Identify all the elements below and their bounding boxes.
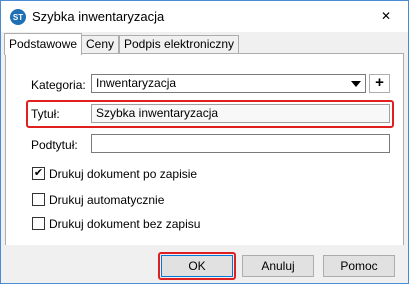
tab-podstawowe[interactable]: Podstawowe	[4, 33, 83, 55]
add-category-button[interactable]: +	[369, 74, 390, 93]
drukuj-automatycznie-checkbox[interactable]	[32, 193, 45, 206]
ok-button[interactable]: OK	[161, 255, 233, 277]
tab-podpis-elektroniczny[interactable]: Podpis elektroniczny	[119, 35, 240, 53]
tytul-label: Tytuł:	[31, 107, 60, 121]
tytul-value: Szybka inwentaryzacja	[96, 106, 219, 120]
button-bar: OK Anuluj Pomoc	[1, 245, 408, 283]
podtytul-input[interactable]	[91, 134, 390, 153]
window-title: Szybka inwentaryzacja	[32, 9, 165, 24]
checkmark-icon: ✔	[33, 167, 44, 179]
tab-ceny[interactable]: Ceny	[81, 35, 120, 53]
kategoria-label: Kategoria:	[31, 78, 86, 92]
chevron-down-icon	[351, 81, 361, 87]
drukuj-bez-zapisu-checkbox[interactable]	[32, 217, 45, 230]
drukuj-po-zapisie-checkbox[interactable]: ✔	[32, 167, 45, 180]
drukuj-automatycznie-label: Drukuj automatycznie	[49, 193, 165, 207]
tytul-input[interactable]: Szybka inwentaryzacja	[91, 104, 390, 123]
kategoria-dropdown[interactable]: Inwentaryzacja	[91, 74, 366, 93]
tab-strip: Podstawowe Ceny Podpis elektroniczny	[1, 32, 408, 55]
dialog-window: ST Szybka inwentaryzacja ✕ Podstawowe Ce…	[0, 0, 409, 284]
podtytul-label: Podtytuł:	[31, 138, 78, 152]
title-bar: ST Szybka inwentaryzacja ✕	[1, 1, 408, 32]
drukuj-po-zapisie-label: Drukuj dokument po zapisie	[49, 167, 198, 181]
drukuj-bez-zapisu-label: Drukuj dokument bez zapisu	[49, 217, 201, 231]
close-icon: ✕	[380, 9, 392, 23]
kategoria-value: Inwentaryzacja	[96, 76, 177, 90]
help-button[interactable]: Pomoc	[323, 255, 395, 277]
cancel-button[interactable]: Anuluj	[242, 255, 314, 277]
app-logo-icon: ST	[10, 9, 26, 25]
close-button[interactable]: ✕	[371, 4, 401, 28]
